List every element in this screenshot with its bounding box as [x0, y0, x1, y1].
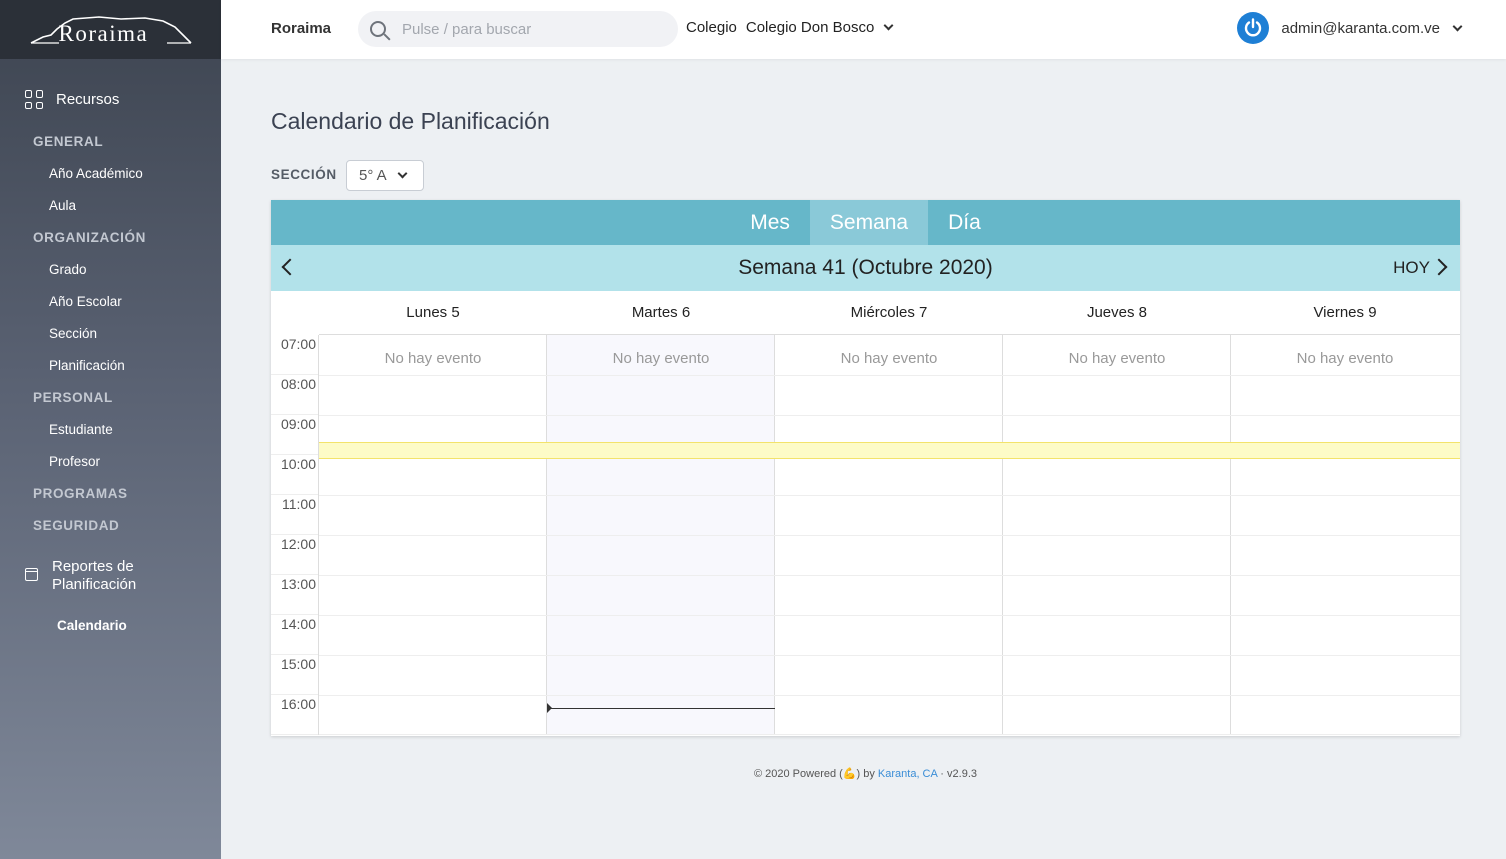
- page-title: Calendario de Planificación: [271, 108, 550, 134]
- app-name[interactable]: Roraima: [271, 20, 331, 37]
- hour-gridline: [319, 535, 1460, 536]
- user-menu[interactable]: admin@karanta.com.ve: [1237, 12, 1463, 44]
- view-switcher: Mes Semana Día: [271, 200, 1460, 245]
- karanta-link[interactable]: Karanta, CA: [878, 768, 937, 780]
- search-icon: [370, 21, 386, 37]
- hour-label: 10:00: [271, 455, 318, 495]
- hour-label: 07:00: [271, 335, 318, 375]
- reportes-label-line1: Reportes de: [52, 558, 134, 575]
- highlight-band: [319, 442, 1460, 459]
- muscle-icon: 💪: [842, 768, 857, 780]
- day-header: Viernes 9: [1313, 304, 1377, 321]
- sidebar-item-aula[interactable]: Aula: [49, 198, 76, 213]
- tab-dia[interactable]: Día: [928, 200, 1001, 245]
- sidebar-item-grado[interactable]: Grado: [49, 262, 87, 277]
- grid-icon: [25, 90, 44, 109]
- hour-label: 13:00: [271, 575, 318, 615]
- section-select[interactable]: 5° A: [346, 160, 424, 191]
- hour-label: 12:00: [271, 535, 318, 575]
- search-box[interactable]: [358, 11, 678, 47]
- day-header: Jueves 8: [1086, 304, 1148, 321]
- sidebar-item-ano-academico[interactable]: Año Académico: [49, 166, 143, 181]
- day-header: Martes 6: [631, 304, 691, 321]
- tab-semana[interactable]: Semana: [809, 200, 929, 245]
- sidebar-item-planificacion[interactable]: Planificación: [49, 358, 125, 373]
- no-event-text: No hay evento: [1296, 350, 1394, 367]
- hour-label: 09:00: [271, 415, 318, 455]
- sidebar-item-recursos[interactable]: Recursos: [25, 90, 119, 109]
- calendar-nav: Semana 41 (Octubre 2020) HOY: [271, 245, 1460, 291]
- sidebar-item-profesor[interactable]: Profesor: [49, 454, 100, 469]
- hour-gridline: [319, 615, 1460, 616]
- sidebar-item-label: Recursos: [56, 91, 120, 108]
- sidebar-item-ano-escolar[interactable]: Año Escolar: [49, 294, 122, 309]
- colegio-label: Colegio: [686, 19, 737, 36]
- reportes-label-line2: Planificación: [52, 576, 137, 593]
- footer-separator: ·: [937, 768, 948, 780]
- brand-logo[interactable]: Roraima: [0, 0, 221, 59]
- hour-label: 16:00: [271, 695, 318, 735]
- sidebar: Roraima Recursos GENERAL Año Académico A…: [0, 0, 221, 859]
- tab-mes[interactable]: Mes: [730, 200, 810, 245]
- sidebar-section-personal[interactable]: PERSONAL: [33, 390, 113, 405]
- sidebar-section-general[interactable]: GENERAL: [33, 134, 103, 149]
- sidebar-item-reportes[interactable]: Reportes de Planificación: [25, 558, 136, 594]
- footer-text: © 2020 Powered (: [753, 768, 843, 780]
- calendar: Mes Semana Día Semana 41 (Octubre 2020) …: [271, 200, 1460, 736]
- hour-gridline: [319, 695, 1460, 696]
- hour-gridline: [319, 734, 1460, 735]
- sidebar-section-organizacion[interactable]: ORGANIZACIÓN: [33, 230, 146, 245]
- roraima-logo: Roraima: [29, 13, 193, 47]
- hour-gridline: [319, 495, 1460, 496]
- hour-gridline: [319, 655, 1460, 656]
- chevron-down-icon: [397, 168, 408, 179]
- section-label: SECCIÓN: [271, 167, 337, 182]
- power-icon[interactable]: [1237, 12, 1270, 44]
- calendar-icon: [25, 568, 38, 581]
- sidebar-item-calendario[interactable]: Calendario: [57, 618, 127, 633]
- current-time-line: [547, 708, 775, 709]
- hour-axis: 07:00 08:00 09:00 10:00 11:00 12:00 13:0…: [271, 335, 319, 735]
- day-header: Miércoles 7: [850, 304, 928, 321]
- sidebar-item-estudiante[interactable]: Estudiante: [49, 422, 113, 437]
- hour-label: 14:00: [271, 615, 318, 655]
- section-select-value: 5° A: [359, 167, 387, 184]
- version-label: v2.9.3: [947, 768, 977, 780]
- no-event-text: No hay evento: [384, 350, 482, 367]
- week-title: Semana 41 (Octubre 2020): [738, 256, 993, 279]
- day-header-row: Lunes 5 Martes 6 Miércoles 7 Jueves 8 Vi…: [319, 291, 1460, 335]
- no-event-text: No hay evento: [1068, 350, 1166, 367]
- user-email: admin@karanta.com.ve: [1281, 19, 1440, 37]
- no-event-text: No hay evento: [612, 350, 710, 367]
- sidebar-item-seccion[interactable]: Sección: [49, 326, 97, 341]
- hour-gridline: [319, 415, 1460, 416]
- today-button[interactable]: HOY: [1393, 258, 1430, 278]
- chevron-down-icon: [1452, 21, 1463, 31]
- colegio-selector[interactable]: Colegio Colegio Don Bosco: [686, 19, 894, 36]
- search-input[interactable]: [402, 20, 662, 38]
- footer-text: ) by: [856, 768, 878, 780]
- sidebar-section-seguridad[interactable]: SEGURIDAD: [33, 518, 119, 533]
- hour-label: 15:00: [271, 655, 318, 695]
- day-header: Lunes 5: [406, 304, 460, 321]
- time-grid[interactable]: No hay evento No hay evento No hay event…: [319, 335, 1460, 735]
- colegio-value: Colegio Don Bosco: [745, 19, 875, 36]
- no-event-text: No hay evento: [840, 350, 938, 367]
- hour-label: 11:00: [271, 495, 318, 535]
- sidebar-section-programas[interactable]: PROGRAMAS: [33, 486, 128, 501]
- footer: © 2020 Powered (💪) by Karanta, CA · v2.9…: [271, 767, 1460, 780]
- brand-name: Roraima: [58, 20, 149, 46]
- topbar: Roraima Colegio Colegio Don Bosco admin@…: [221, 0, 1506, 59]
- hour-gridline: [319, 575, 1460, 576]
- hour-label: 08:00: [271, 375, 318, 415]
- chevron-down-icon: [883, 20, 894, 31]
- hour-gridline: [319, 375, 1460, 376]
